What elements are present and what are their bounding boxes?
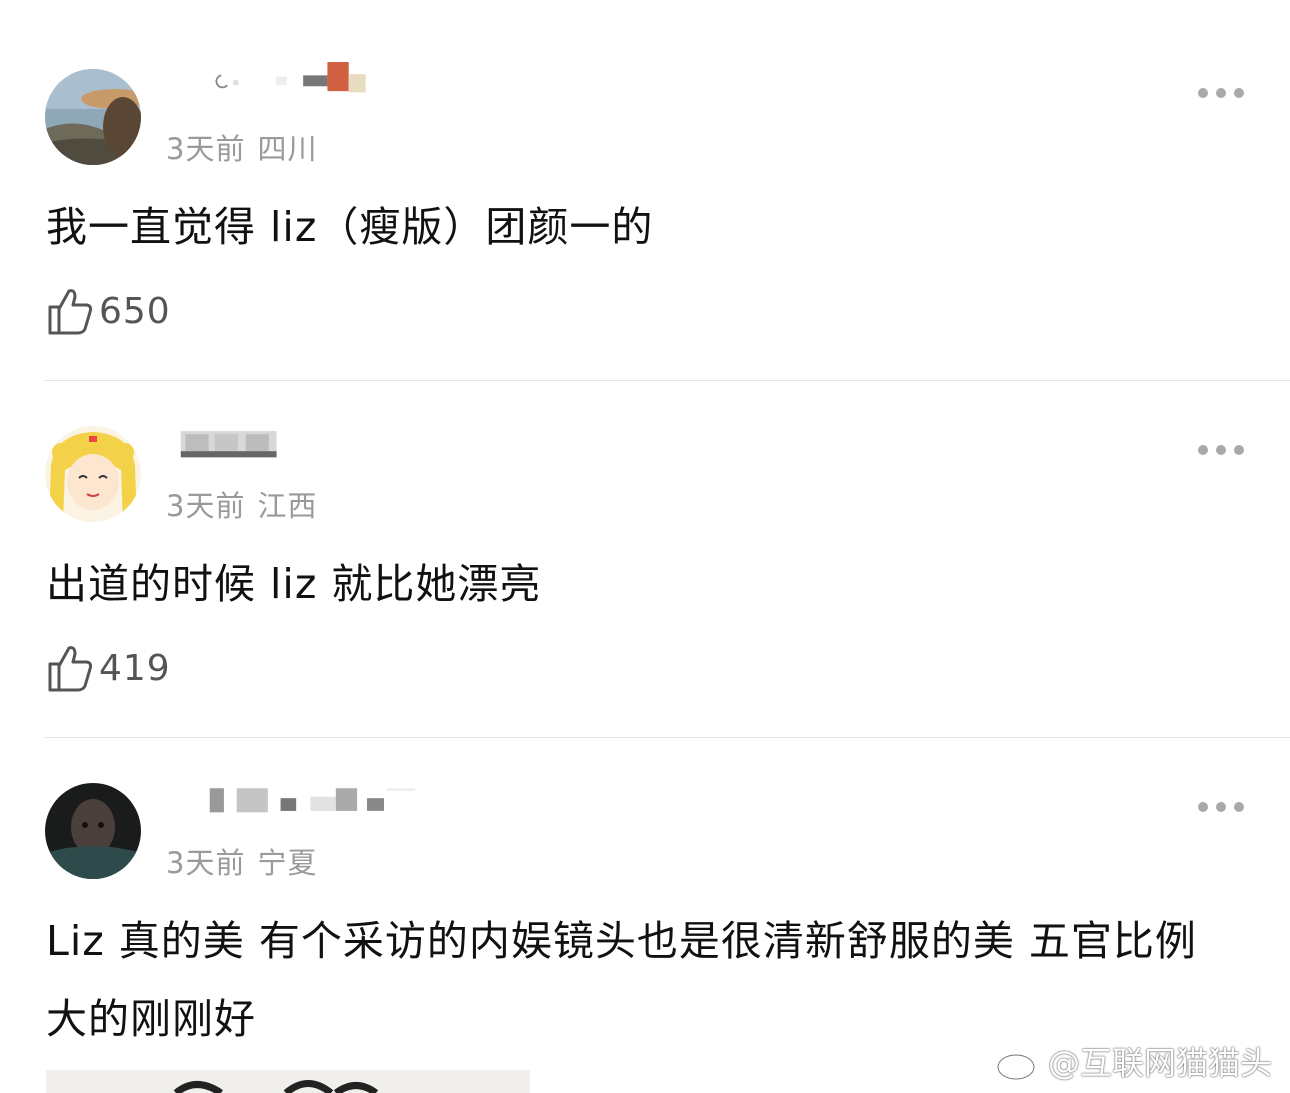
comment-time: 3天前 bbox=[166, 846, 246, 880]
watermark-text: @互联网猫猫头 bbox=[1048, 1044, 1273, 1082]
more-button[interactable] bbox=[1198, 801, 1244, 813]
comment-text: Liz 真的美 有个采访的内娱镜头也是很清新舒服的美 五官比例大的刚刚好 bbox=[46, 917, 1197, 1043]
user-avatar[interactable] bbox=[45, 783, 141, 879]
comment-meta: 3天前 宁夏 bbox=[166, 840, 317, 882]
username-blurred[interactable] bbox=[166, 784, 466, 818]
comment-attached-image[interactable] bbox=[46, 1070, 530, 1093]
comment-location: 宁夏 bbox=[257, 846, 318, 880]
more-dots-icon bbox=[1198, 802, 1208, 812]
watermark: @互联网猫猫头 bbox=[996, 1038, 1272, 1084]
weibo-logo-icon bbox=[996, 1045, 1042, 1081]
comment-item-3: 3天前 宁夏 Liz 真的美 有个采访的内娱镜头也是很清新舒服的美 五官比例大的刚… bbox=[0, 0, 1290, 1093]
